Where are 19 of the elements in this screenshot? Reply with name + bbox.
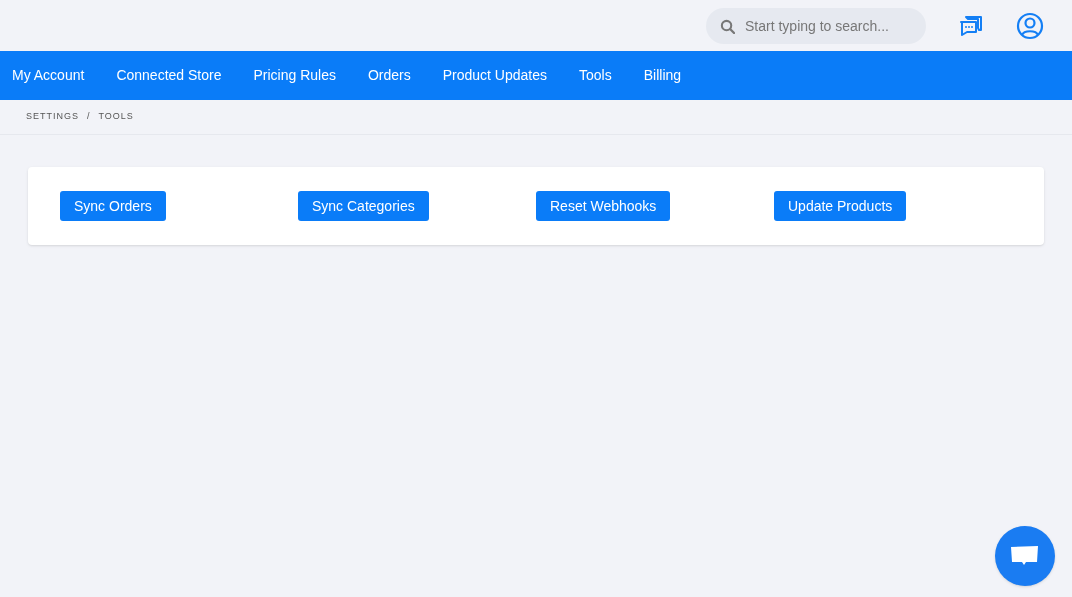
search-field[interactable]: Start typing to search... — [706, 7, 926, 44]
breadcrumb-link[interactable]: TOOLS — [98, 110, 134, 124]
search-icon — [720, 18, 735, 34]
breadcrumb-separator: / — [87, 110, 91, 124]
tool-button[interactable]: Sync Categories — [298, 191, 429, 221]
nav-link[interactable]: Tools — [579, 65, 612, 86]
nav-link[interactable]: Pricing Rules — [253, 65, 336, 86]
nav-link[interactable]: Product Updates — [442, 65, 548, 86]
tool-button[interactable]: Update Products — [774, 191, 907, 221]
user-icon[interactable] — [1016, 11, 1044, 40]
nav-link[interactable]: Connected Store — [116, 65, 222, 86]
nav-link[interactable]: Billing — [643, 65, 682, 86]
nav-link[interactable]: Orders — [367, 65, 411, 86]
chat-icon[interactable] — [959, 14, 983, 37]
tool-button[interactable]: Reset Webhooks — [536, 191, 671, 221]
nav-link[interactable]: My Account — [12, 65, 85, 86]
tool-button[interactable]: Sync Orders — [60, 191, 166, 221]
breadcrumb-link[interactable]: SETTINGS — [26, 110, 79, 124]
chat-button[interactable] — [995, 526, 1055, 586]
